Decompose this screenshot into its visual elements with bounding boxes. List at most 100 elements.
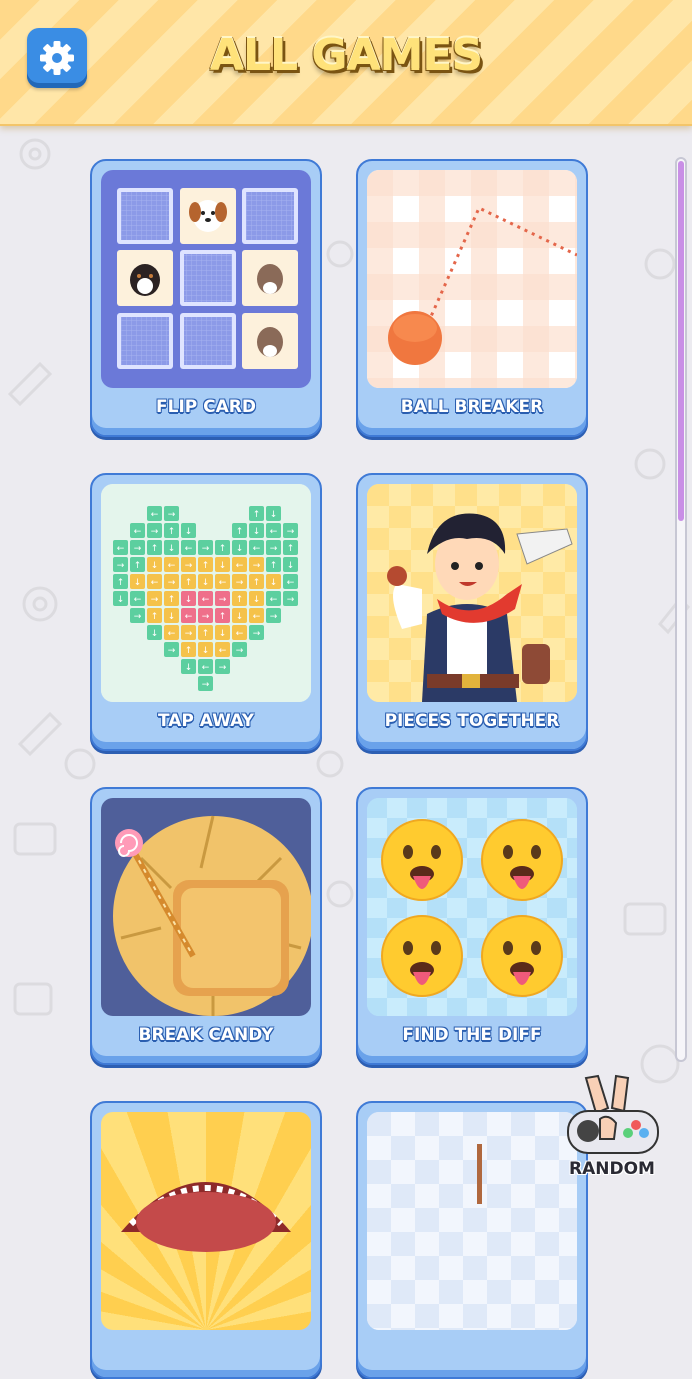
arrow-icon: ←	[185, 612, 193, 622]
tongue-emoji-icon	[481, 819, 563, 901]
arrow-icon: ←	[134, 527, 142, 537]
arrow-icon: ↓	[151, 629, 159, 639]
arrow-icon: →	[168, 578, 176, 588]
arrow-icon: →	[287, 595, 295, 605]
arrow-icon: ←	[168, 561, 176, 571]
arrow-icon: →	[202, 612, 210, 622]
arrow-icon: ↑	[151, 544, 159, 554]
tongue-emoji-icon	[481, 915, 563, 997]
arrow-icon: ←	[202, 595, 210, 605]
game-card-break-candy[interactable]: BREAK CANDY	[90, 787, 322, 1065]
partial-game-thumbnail	[367, 1112, 577, 1330]
arrow-icon: ↑	[236, 527, 244, 537]
arrow-icon: ↑	[219, 544, 227, 554]
arrow-icon: ↑	[270, 561, 278, 571]
random-gamepad-icon	[567, 1074, 659, 1154]
arrow-icon: ↑	[168, 595, 176, 605]
arrow-icon: ↓	[236, 612, 244, 622]
partial-game-thumbnail	[101, 1112, 311, 1330]
arrow-icon: →	[236, 578, 244, 588]
game-card-label: BREAK CANDY	[138, 1025, 274, 1045]
game-card-flip-card[interactable]: FLIP CARD	[90, 159, 322, 437]
arrow-icon: →	[134, 612, 142, 622]
arrow-icon: →	[117, 561, 125, 571]
arrow-icon: →	[236, 646, 244, 656]
arrow-icon: →	[219, 595, 227, 605]
arrow-icon: ↓	[185, 595, 193, 605]
arrow-icon: ←	[151, 578, 159, 588]
arrow-icon: ↑	[253, 578, 261, 588]
arrow-icon: ←	[270, 595, 278, 605]
arrow-icon: →	[270, 612, 278, 622]
game-card-ball-breaker[interactable]: BALL BREAKER	[356, 159, 588, 437]
arrow-icon: →	[168, 646, 176, 656]
arrow-icon: ↓	[236, 544, 244, 554]
arrow-icon: ↑	[185, 578, 193, 588]
arrow-icon: ↓	[253, 527, 261, 537]
break-candy-thumbnail	[101, 798, 311, 1016]
arrow-icon: ↑	[151, 612, 159, 622]
game-card-label: FIND THE DIFF	[402, 1025, 542, 1045]
arrow-icon: →	[253, 629, 261, 639]
arrow-icon: ←	[219, 646, 227, 656]
arrow-icon: →	[185, 561, 193, 571]
arrow-icon: ↑	[202, 561, 210, 571]
arrow-icon: ↑	[236, 595, 244, 605]
arrow-icon: →	[219, 663, 227, 673]
arrow-icon: →	[185, 629, 193, 639]
game-card-find-the-diff[interactable]: FIND THE DIFF	[356, 787, 588, 1065]
arrow-icon: ←	[202, 663, 210, 673]
pieces-together-thumbnail	[367, 484, 577, 702]
random-button[interactable]: RANDOM	[556, 1073, 668, 1183]
tap-away-thumbnail: ← → ↑ ↓ ← → ↑ ↓ ↑ ↓ ← → ← → ↑ ↓ ← → ↑ ↓ ← → ↑ → ↑ ↓ ← → ↑ ↓ ← → ↑ ↓ ↑ ↓ ← → ↑ ↓…	[101, 484, 311, 702]
tongue-emoji-icon	[381, 819, 463, 901]
arrow-icon: ↓	[168, 612, 176, 622]
page-title: ALL GAMES	[209, 30, 483, 81]
flip-card-thumbnail	[101, 170, 311, 388]
scrollbar-track[interactable]	[675, 157, 687, 1062]
arrow-icon: ↓	[185, 663, 193, 673]
arrow-icon: ↓	[202, 578, 210, 588]
arrow-icon: ↑	[117, 578, 125, 588]
arrow-icon: ↑	[134, 561, 142, 571]
arrow-icon: →	[151, 595, 159, 605]
arrow-icon: ↓	[151, 561, 159, 571]
arrow-icon: ↑	[202, 629, 210, 639]
arrow-icon: →	[202, 544, 210, 554]
arrow-icon: →	[253, 561, 261, 571]
arrow-icon: ←	[236, 561, 244, 571]
game-card-label: PIECES TOGETHER	[384, 711, 560, 731]
arrow-icon: →	[134, 544, 142, 554]
arrow-icon: ←	[219, 578, 227, 588]
game-card-tap-away[interactable]: ← → ↑ ↓ ← → ↑ ↓ ↑ ↓ ← → ← → ↑ ↓ ← → ↑ ↓ ← → ↑ → ↑ ↓ ← → ↑ ↓ ← → ↑ ↓ ↑ ↓ ← → ↑ ↓…	[90, 473, 322, 751]
scrollbar-thumb[interactable]	[678, 161, 684, 521]
arrow-icon: ←	[117, 544, 125, 554]
arrow-icon: ↓	[270, 578, 278, 588]
arrow-icon: ←	[270, 527, 278, 537]
arrow-icon: ←	[253, 612, 261, 622]
arrow-icon: →	[168, 510, 176, 520]
arrow-icon: ↑	[253, 510, 261, 520]
game-card-label: BALL BREAKER	[400, 397, 544, 417]
find-the-diff-thumbnail	[367, 798, 577, 1016]
arrow-icon: ←	[151, 510, 159, 520]
arrow-icon: →	[151, 527, 159, 537]
game-card-pieces-together[interactable]: PIECES TOGETHER	[356, 473, 588, 751]
arrow-icon: ←	[236, 629, 244, 639]
arrow-icon: ↑	[287, 544, 295, 554]
arrow-icon: ↑	[185, 646, 193, 656]
arrow-icon: ↓	[168, 544, 176, 554]
arrow-icon: ↓	[270, 510, 278, 520]
arrow-icon: ↓	[219, 629, 227, 639]
tongue-emoji-icon	[381, 915, 463, 997]
game-card-partial-1[interactable]	[90, 1101, 322, 1379]
arrow-icon: ↓	[134, 578, 142, 588]
arrow-icon: ↓	[202, 646, 210, 656]
random-label: RANDOM	[569, 1159, 655, 1179]
arrow-icon: ↓	[117, 595, 125, 605]
arrow-icon: ↑	[168, 527, 176, 537]
arrow-icon: ↓	[287, 561, 295, 571]
arrow-icon: ↓	[219, 561, 227, 571]
arrow-icon: ←	[134, 595, 142, 605]
game-card-partial-2[interactable]	[356, 1101, 588, 1379]
